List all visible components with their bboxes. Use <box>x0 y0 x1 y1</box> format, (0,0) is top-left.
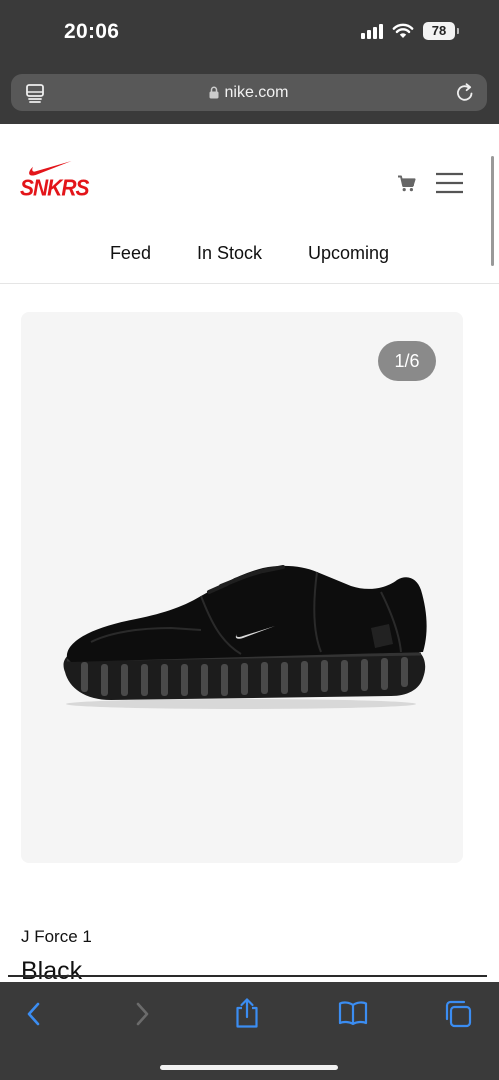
menu-icon[interactable] <box>436 172 463 194</box>
header-divider <box>0 283 499 284</box>
toolbar-top-border <box>8 975 487 977</box>
tab-upcoming[interactable]: Upcoming <box>308 232 389 274</box>
product-shoe-image <box>63 565 427 709</box>
url-display[interactable]: nike.com <box>11 74 487 111</box>
product-title: Black <box>21 957 83 984</box>
product-image-carousel[interactable]: 1/6 <box>21 312 463 863</box>
product-subtitle: J Force 1 <box>21 927 92 946</box>
address-bar[interactable]: nike.com <box>11 74 487 111</box>
url-text: nike.com <box>224 83 289 101</box>
share-icon[interactable] <box>233 997 261 1029</box>
cellular-signal-icon <box>361 23 383 39</box>
feed-tabs: Feed In Stock Upcoming <box>0 232 499 274</box>
wifi-icon <box>392 23 414 38</box>
battery-indicator: 78 <box>423 22 459 40</box>
reload-icon[interactable] <box>455 82 475 103</box>
status-icons: 78 <box>361 22 459 40</box>
tab-in-stock[interactable]: In Stock <box>197 232 262 274</box>
bookmarks-icon[interactable] <box>338 1000 368 1026</box>
tab-feed[interactable]: Feed <box>110 232 151 274</box>
browser-top-chrome: 20:06 78 nike.com <box>0 0 499 124</box>
lock-icon <box>209 86 219 99</box>
tabs-icon[interactable] <box>443 999 473 1029</box>
back-icon[interactable] <box>24 1000 44 1028</box>
status-time: 20:06 <box>64 20 120 43</box>
browser-bottom-toolbar <box>0 975 499 1080</box>
logo-text: SNKRS <box>20 175 90 202</box>
web-page: SNKRS Feed In Stock Upcoming 1/6 J Force… <box>0 124 499 984</box>
home-indicator[interactable] <box>160 1065 338 1070</box>
image-counter-badge: 1/6 <box>378 341 436 381</box>
forward-icon[interactable] <box>132 1000 152 1028</box>
cart-icon[interactable] <box>397 175 416 192</box>
